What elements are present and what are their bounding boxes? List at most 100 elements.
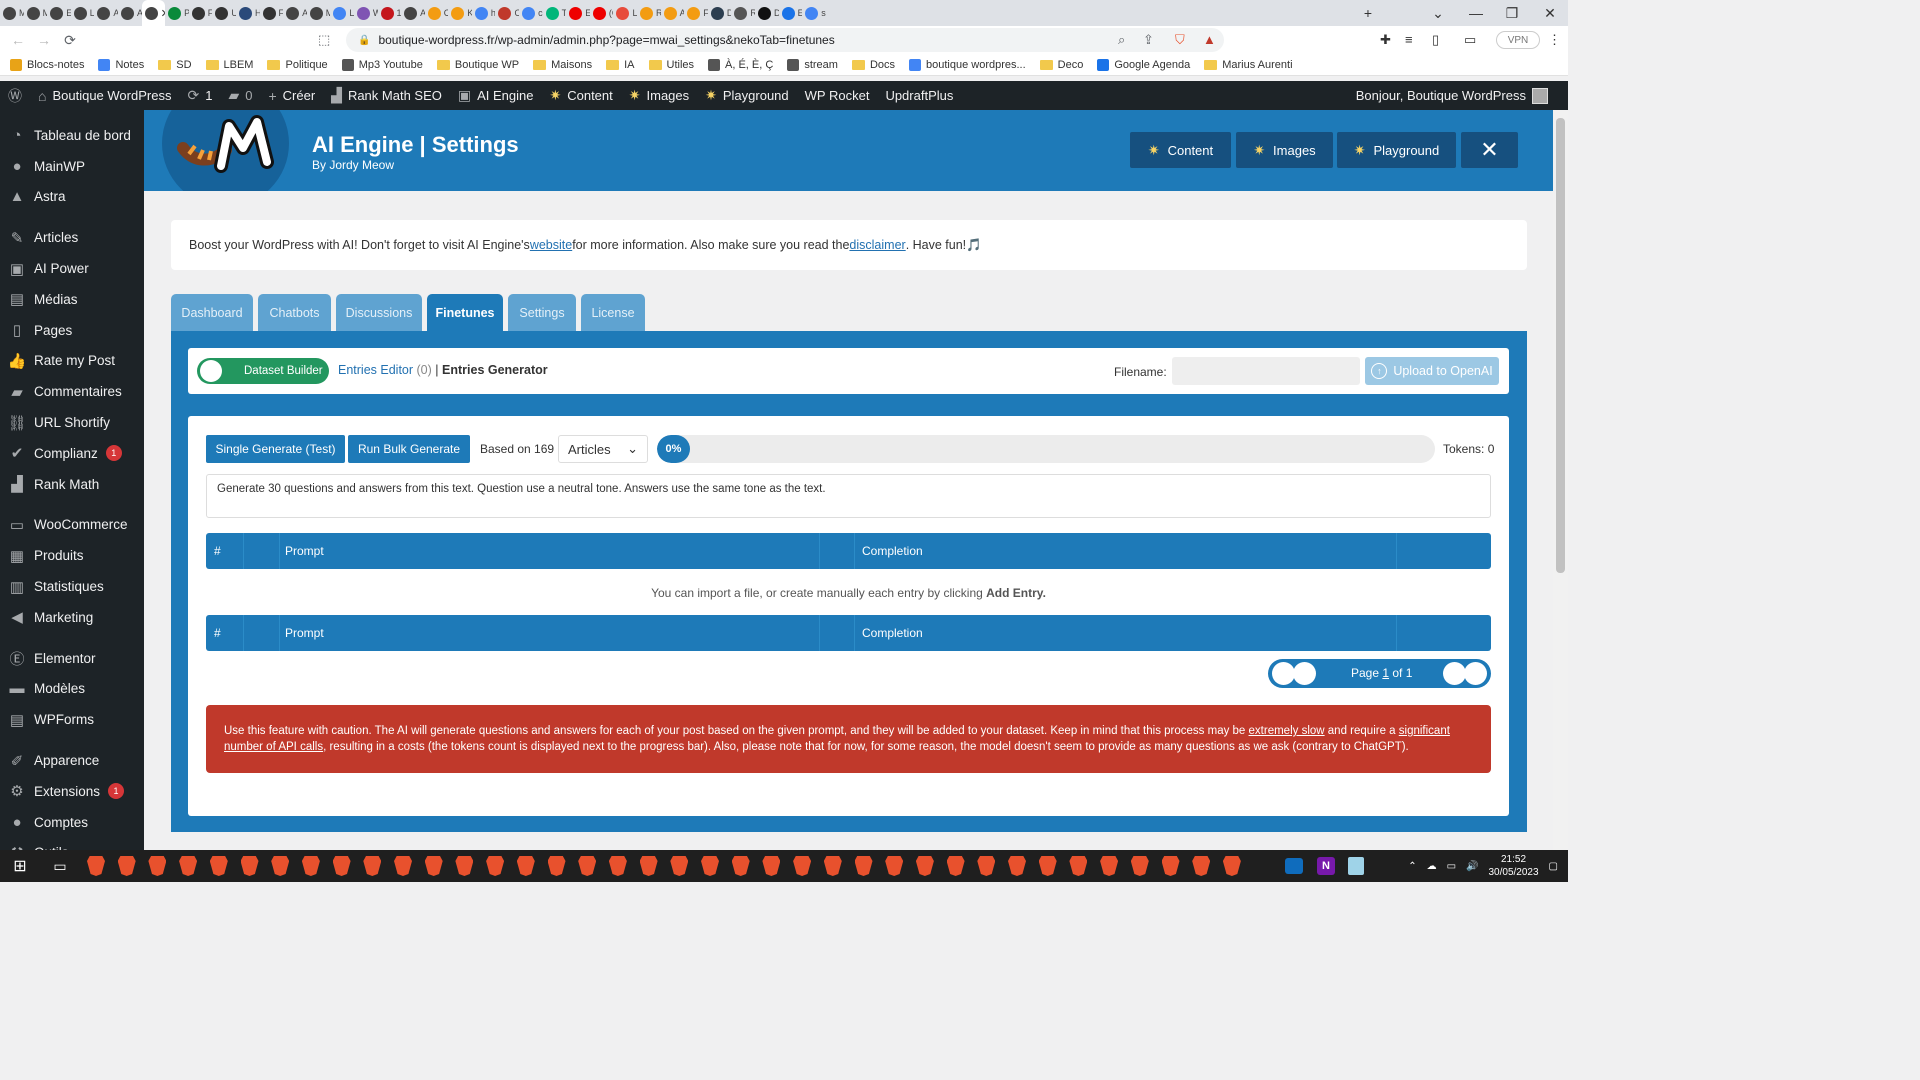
browser-tab[interactable]: Us	[212, 0, 236, 26]
onedrive-icon[interactable]: ☁	[1427, 861, 1437, 872]
upload-to-openai-button[interactable]: ↑ Upload to OpenAI	[1365, 357, 1499, 385]
sidebar-item[interactable]: ✎ Articles	[0, 222, 144, 253]
browser-tab[interactable]: Tru	[543, 0, 566, 26]
sidebar-item[interactable]: ⚙ Extensions 1	[0, 776, 144, 807]
brave-window-icon[interactable]	[577, 856, 597, 876]
back-button[interactable]: ←	[5, 26, 31, 54]
brave-window-icon[interactable]	[86, 856, 106, 876]
browser-menu-icon[interactable]: ⋮	[1548, 32, 1561, 48]
brave-window-icon[interactable]	[301, 856, 321, 876]
comments-link[interactable]: ▰ 0	[220, 81, 260, 110]
bookmark-item[interactable]: À, É, È, Ç	[708, 58, 773, 71]
bookmark-item[interactable]: Blocs-notes	[10, 58, 84, 71]
updates-link[interactable]: ⟳ 1	[179, 81, 220, 110]
post-type-select[interactable]: Articles ⌄	[558, 435, 648, 463]
browser-tab[interactable]: Ou	[495, 0, 519, 26]
brave-window-icon[interactable]	[915, 856, 935, 876]
browser-tab[interactable]: Le	[330, 0, 354, 26]
wp-logo-icon[interactable]: Ⓦ	[0, 81, 30, 110]
forward-button[interactable]: →	[31, 26, 57, 54]
playlist-icon[interactable]: ≡	[1405, 32, 1413, 47]
admin-bar-item[interactable]: ▣ AI Engine	[450, 81, 542, 110]
run-bulk-generate-button[interactable]: Run Bulk Generate	[348, 435, 470, 463]
tab-license[interactable]: License	[581, 294, 645, 331]
brave-window-icon[interactable]	[1068, 856, 1088, 876]
sidebar-item[interactable]: ● Comptes	[0, 807, 144, 838]
new-content-link[interactable]: + Créer	[260, 81, 323, 110]
sidebar-item[interactable]: ● MainWP	[0, 151, 144, 182]
tab-finetunes[interactable]: Finetunes	[427, 294, 503, 331]
notifications-icon[interactable]: ▢	[1549, 861, 1558, 872]
brave-window-icon[interactable]	[1130, 856, 1150, 876]
browser-tab[interactable]: De	[708, 0, 731, 26]
sidebar-item[interactable]: ▬ Modèles	[0, 674, 144, 705]
disclaimer-link[interactable]: disclaimer	[849, 238, 905, 252]
sidebar-item[interactable]: ◀ Marketing	[0, 602, 144, 633]
bookmark-item[interactable]: Marius Aurenti	[1204, 59, 1293, 71]
brave-window-icon[interactable]	[1038, 856, 1058, 876]
brave-window-icon[interactable]	[761, 856, 781, 876]
browser-tab[interactable]: Pri	[165, 0, 189, 26]
browser-tab[interactable]: ✕	[141, 0, 166, 26]
browser-tab[interactable]: Wc	[354, 0, 378, 26]
last-page-button[interactable]	[1464, 662, 1487, 685]
browser-tab[interactable]: E-	[566, 0, 590, 26]
vpn-button[interactable]: VPN	[1496, 31, 1540, 49]
brave-window-icon[interactable]	[1191, 856, 1211, 876]
new-tab-button[interactable]: +	[1350, 0, 1386, 26]
wallet-icon[interactable]: ▭	[1464, 32, 1476, 48]
browser-tab[interactable]: De	[755, 0, 779, 26]
prompt-textarea[interactable]: Generate 30 questions and answers from t…	[206, 474, 1491, 518]
browser-tab[interactable]: AI	[118, 0, 142, 26]
brave-window-icon[interactable]	[1007, 856, 1027, 876]
extensions-icon[interactable]: ✚	[1380, 32, 1391, 48]
my-account-link[interactable]: Bonjour, Boutique WordPress	[1356, 81, 1548, 110]
browser-tab[interactable]: (G	[590, 0, 613, 26]
brave-window-icon[interactable]	[147, 856, 167, 876]
settings-tools-button[interactable]: ✕	[1461, 132, 1518, 168]
bookmark-item[interactable]: Google Agenda	[1097, 58, 1190, 71]
sidebar-item[interactable]: ▤ WPForms	[0, 704, 144, 735]
header-images-button[interactable]: ✷ Images	[1236, 132, 1333, 168]
header-content-button[interactable]: ✷ Content	[1130, 132, 1231, 168]
bookmark-item[interactable]: Utiles	[648, 59, 694, 71]
bookmark-icon[interactable]: ⬚	[318, 32, 330, 48]
bookmark-item[interactable]: SD	[158, 59, 192, 71]
sidebar-icon[interactable]: ▯	[1432, 32, 1439, 48]
header-playground-button[interactable]: ✷ Playground	[1337, 132, 1456, 168]
tray-chevron-icon[interactable]: ⌃	[1408, 861, 1416, 872]
browser-tab[interactable]: Ext	[47, 0, 71, 26]
brave-window-icon[interactable]	[424, 856, 444, 876]
admin-bar-item[interactable]: ▟ Rank Math SEO	[323, 81, 450, 110]
admin-bar-item[interactable]: ✷ Images	[621, 81, 697, 110]
outlook-icon[interactable]	[1284, 856, 1304, 876]
brave-shield-icon[interactable]: ⛉	[1175, 32, 1185, 48]
browser-tab[interactable]: Fir	[260, 0, 283, 26]
bookmark-item[interactable]: boutique wordpres...	[909, 58, 1026, 71]
sidebar-item[interactable]: ⛓ URL Shortify	[0, 407, 144, 438]
website-link[interactable]: website	[530, 238, 572, 252]
col-prompt-footer[interactable]: Prompt	[277, 615, 324, 651]
brave-window-icon[interactable]	[393, 856, 413, 876]
clock[interactable]: 21:52 30/05/2023	[1488, 853, 1538, 879]
brave-window-icon[interactable]	[117, 856, 137, 876]
brave-window-icon[interactable]	[608, 856, 628, 876]
page-scrollbar[interactable]	[1553, 110, 1568, 850]
browser-tab[interactable]: Fa	[684, 0, 708, 26]
site-name-link[interactable]: ⌂ Boutique WordPress	[30, 81, 179, 110]
brave-window-icon[interactable]	[731, 856, 751, 876]
brave-window-icon[interactable]	[270, 856, 290, 876]
sidebar-item[interactable]: ▭ WooCommerce	[0, 510, 144, 541]
brave-window-icon[interactable]	[946, 856, 966, 876]
tab-search-icon[interactable]: ⌄	[1420, 0, 1456, 26]
scrollbar-thumb[interactable]	[1556, 118, 1565, 573]
col-completion[interactable]: Completion	[854, 533, 923, 569]
brave-window-icon[interactable]	[485, 856, 505, 876]
brave-window-icon[interactable]	[854, 856, 874, 876]
brave-window-icon[interactable]	[454, 856, 474, 876]
sidebar-item[interactable]: ▲ Astra	[0, 182, 144, 213]
brave-window-icon[interactable]	[976, 856, 996, 876]
browser-tab[interactable]: Le	[71, 0, 94, 26]
first-page-button[interactable]	[1272, 662, 1295, 685]
bookmark-item[interactable]: Notes	[98, 58, 144, 71]
